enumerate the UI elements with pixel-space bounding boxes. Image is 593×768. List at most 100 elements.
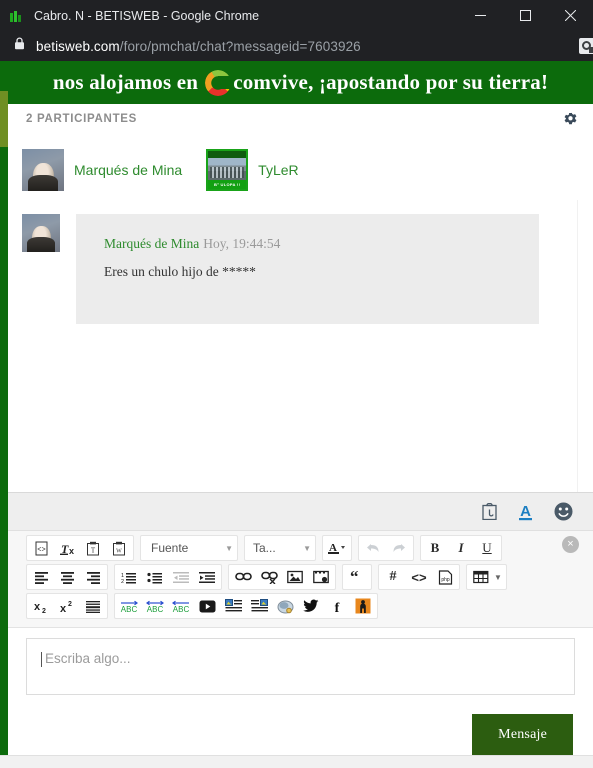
text-color-a-icon[interactable]: A — [517, 502, 534, 521]
facebook-icon[interactable]: f — [324, 595, 350, 617]
advert-banner[interactable]: nos alojamos en comvive , ¡apostando por… — [8, 61, 593, 104]
toolbar-group-quote: “ — [342, 564, 372, 590]
left-color-strip — [0, 61, 8, 768]
svg-text:ABC: ABC — [173, 605, 190, 614]
indent-icon[interactable] — [194, 566, 220, 588]
stadium-avatar: B° ULOPA !! — [206, 149, 249, 191]
undo-icon[interactable] — [360, 537, 386, 559]
align-right-icon[interactable] — [80, 566, 106, 588]
code-icon[interactable]: <> — [406, 566, 432, 588]
avatar-caption: B° ULOPA !! — [208, 180, 247, 189]
extension-icon[interactable] — [579, 38, 593, 54]
outdent-icon[interactable] — [168, 566, 194, 588]
svg-text:2: 2 — [68, 601, 72, 608]
send-row: Mensaje — [8, 695, 593, 759]
align-center-icon[interactable] — [54, 566, 80, 588]
spellcheck-abc-3-icon[interactable]: ABC — [168, 595, 194, 617]
participant-item[interactable]: Marqués de Mina — [22, 149, 182, 191]
send-message-button[interactable]: Mensaje — [472, 714, 573, 756]
link-icon[interactable] — [230, 566, 256, 588]
close-button[interactable] — [548, 0, 593, 31]
toolbar-row-1: <> Tx T W Fuente ▼ Ta... ▼ A B I U × — [26, 535, 587, 561]
underline-icon[interactable]: U — [474, 537, 500, 559]
participants-header: 2 PARTICIPANTES — [8, 104, 593, 134]
gear-icon[interactable] — [562, 111, 579, 128]
banner-text-before: nos alojamos en — [52, 70, 199, 94]
svg-text:x: x — [60, 603, 67, 614]
horizontal-rule-icon[interactable] — [80, 595, 106, 617]
svg-text:ABC: ABC — [121, 605, 138, 614]
twitter-icon[interactable] — [298, 595, 324, 617]
page-viewport: nos alojamos en comvive , ¡apostando por… — [0, 61, 593, 768]
svg-text:2: 2 — [42, 608, 46, 614]
bold-icon[interactable]: B — [422, 537, 448, 559]
redo-icon[interactable] — [386, 537, 412, 559]
info-person-icon[interactable] — [350, 595, 376, 617]
maximize-button[interactable] — [503, 0, 548, 31]
message-input[interactable]: Escriba algo... — [26, 638, 575, 695]
image-right-align-icon[interactable] — [246, 595, 272, 617]
php-icon[interactable]: php — [432, 566, 458, 588]
message-bubble: Marqués de Mina Hoy, 19:44:54 Eres un chu… — [76, 214, 539, 324]
blockquote-icon[interactable]: “ — [344, 566, 370, 588]
chevron-down-icon[interactable]: ▼ — [494, 573, 505, 582]
unlink-icon[interactable] — [256, 566, 282, 588]
betisweb-favicon — [10, 9, 26, 22]
bulleted-list-icon[interactable] — [142, 566, 168, 588]
participant-item[interactable]: B° ULOPA !! TyLeR — [206, 149, 299, 191]
participant-name[interactable]: Marqués de Mina — [74, 162, 182, 178]
youtube-icon[interactable] — [194, 595, 220, 617]
font-family-select[interactable]: Fuente ▼ — [140, 535, 238, 561]
chevron-down-icon: ▼ — [225, 543, 233, 553]
spellcheck-abc-2-icon[interactable]: ABC — [142, 595, 168, 617]
pearl-icon[interactable] — [272, 595, 298, 617]
toolbar-group-insert — [228, 564, 336, 590]
image-icon[interactable] — [282, 566, 308, 588]
chat-scrollbar[interactable] — [577, 200, 593, 492]
svg-text:f: f — [335, 601, 340, 614]
toolbar-group-extras: ABC ABC ABC f — [114, 593, 378, 619]
portrait-avatar — [22, 149, 64, 191]
paste-clipboard-icon[interactable] — [482, 503, 497, 520]
svg-text:<>: <> — [37, 546, 45, 554]
font-size-select[interactable]: Ta... ▼ — [244, 535, 316, 561]
subscript-icon[interactable]: x2 — [28, 595, 54, 617]
paste-from-word-icon[interactable]: W — [106, 537, 132, 559]
message-timestamp: Hoy, 19:44:54 — [203, 236, 281, 251]
toolbar-group-clipboard: <> Tx T W — [26, 535, 134, 561]
italic-icon[interactable]: I — [448, 537, 474, 559]
chat-message: Marqués de Mina Hoy, 19:44:54 Eres un chu… — [8, 200, 593, 324]
hashtag-icon[interactable]: # — [380, 566, 406, 588]
spellcheck-abc-icon[interactable]: ABC — [116, 595, 142, 617]
align-left-icon[interactable] — [28, 566, 54, 588]
remove-format-icon[interactable]: Tx — [54, 537, 80, 559]
emoji-smiley-icon[interactable] — [554, 502, 573, 521]
message-author[interactable]: Marqués de Mina — [104, 236, 199, 251]
table-icon[interactable] — [468, 566, 494, 588]
lock-icon — [14, 37, 25, 55]
message-avatar[interactable] — [22, 214, 60, 252]
browser-title-bar: Cabro. N - BETISWEB - Google Chrome — [0, 0, 593, 31]
image-left-align-icon[interactable] — [220, 595, 246, 617]
toolbar-row-3: x2 x2 ABC ABC ABC f — [26, 593, 587, 619]
svg-text:“: “ — [350, 570, 359, 584]
participant-name[interactable]: TyLeR — [258, 162, 298, 178]
participants-count-label: 2 PARTICIPANTES — [26, 113, 138, 125]
svg-text:x: x — [69, 546, 74, 556]
address-bar[interactable]: betisweb.com/foro/pmchat/chat?messageid=… — [0, 31, 593, 61]
editor-quickbar: A — [8, 493, 593, 531]
numbered-list-icon[interactable]: 12 — [116, 566, 142, 588]
toolbar-group-code: # <> php — [378, 564, 460, 590]
paste-as-text-icon[interactable]: T — [80, 537, 106, 559]
source-code-icon[interactable]: <> — [28, 537, 54, 559]
close-editor-button[interactable]: × — [562, 536, 579, 553]
minimize-button[interactable] — [458, 0, 503, 31]
page-bottom-bar — [0, 755, 593, 768]
toolbar-group-color: A — [322, 535, 352, 561]
url-text[interactable]: betisweb.com/foro/pmchat/chat?messageid=… — [36, 39, 587, 54]
text-color-icon[interactable]: A — [324, 537, 350, 559]
video-icon[interactable] — [308, 566, 334, 588]
superscript-icon[interactable]: x2 — [54, 595, 80, 617]
svg-text:A: A — [520, 503, 531, 520]
toolbar-group-style: B I U — [420, 535, 502, 561]
